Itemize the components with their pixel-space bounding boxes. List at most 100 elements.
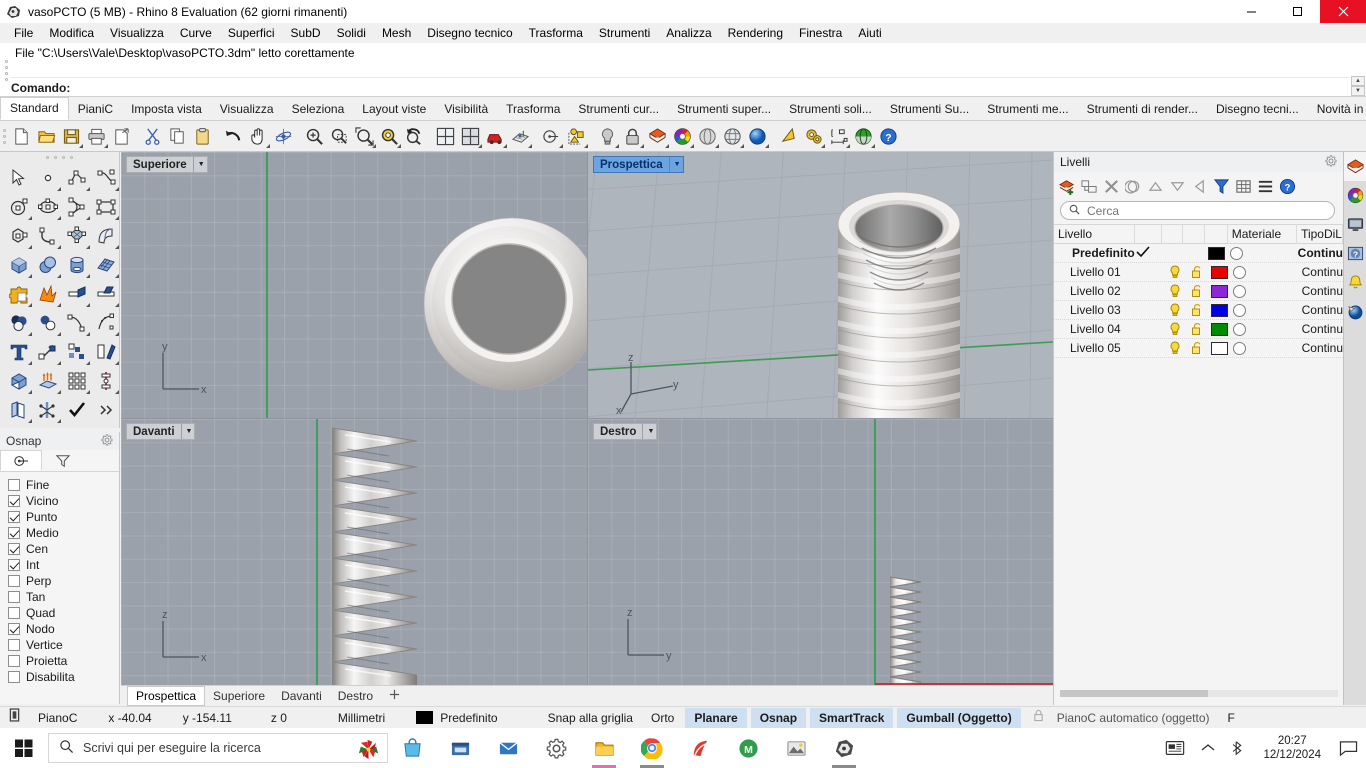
- layers-column-blank2[interactable]: [1162, 224, 1184, 244]
- osnap-option-int[interactable]: Int: [8, 557, 119, 573]
- layer-material[interactable]: [1231, 303, 1302, 317]
- menu-disegno-tecnico[interactable]: Disegno tecnico: [419, 23, 520, 43]
- windows-start-icon[interactable]: [0, 728, 48, 768]
- osnap-option-quad[interactable]: Quad: [8, 605, 119, 621]
- padlock-icon[interactable]: [1023, 708, 1048, 728]
- command-line[interactable]: Comando:: [11, 77, 1350, 97]
- text-t-icon[interactable]: [4, 337, 33, 366]
- osnap-option-tan[interactable]: Tan: [8, 589, 119, 605]
- layer-visibility-bulb-icon[interactable]: [1164, 265, 1186, 279]
- color-wheel-icon[interactable]: [1344, 181, 1366, 210]
- osnap-checkbox[interactable]: [8, 623, 20, 635]
- zoom-window-button[interactable]: [327, 124, 352, 149]
- menu-solidi[interactable]: Solidi: [329, 23, 374, 43]
- paste-button[interactable]: [190, 124, 215, 149]
- chevron-down-icon[interactable]: ▼: [642, 424, 654, 439]
- zoom-in-button[interactable]: [302, 124, 327, 149]
- command-scroll-down[interactable]: ▼: [1351, 86, 1365, 96]
- tbtab-standard[interactable]: Standard: [0, 97, 69, 120]
- tbtab-strumenti-curve[interactable]: Strumenti cur...: [569, 99, 668, 120]
- viewport-label-destro[interactable]: Destro ▼: [593, 423, 658, 440]
- viewport-superiore[interactable]: y x Superiore ▼: [121, 152, 587, 418]
- cplane-icon[interactable]: [0, 707, 29, 728]
- filter-funnel-icon[interactable]: [1211, 176, 1232, 197]
- viewport-prospettica[interactable]: z y x Prospettica ▼: [588, 152, 1053, 418]
- cylinder-icon[interactable]: [62, 250, 91, 279]
- layer-visibility-bulb-icon[interactable]: [1164, 303, 1186, 317]
- render-cone-button[interactable]: [776, 124, 801, 149]
- units-label[interactable]: Millimetri: [296, 708, 394, 728]
- cut-button[interactable]: [140, 124, 165, 149]
- gear-icon[interactable]: [1325, 154, 1337, 170]
- point-icon[interactable]: [33, 163, 62, 192]
- four-viewports-button[interactable]: [433, 124, 458, 149]
- new-layer-icon[interactable]: [1057, 176, 1078, 197]
- layer-color-swatch[interactable]: [1205, 246, 1228, 260]
- green-circle-m-icon[interactable]: M: [724, 728, 772, 768]
- layer-material[interactable]: [1231, 322, 1302, 336]
- layer-color-swatch[interactable]: [1207, 322, 1231, 336]
- analyze-surface-button[interactable]: [851, 124, 876, 149]
- named-views-button[interactable]: [483, 124, 508, 149]
- select-objects-button[interactable]: [564, 124, 589, 149]
- viewport-tab-destro[interactable]: Destro: [330, 687, 381, 705]
- tbtab-disegno-tecnico[interactable]: Disegno tecni...: [1207, 99, 1308, 120]
- table-row[interactable]: Livello 04 Continu: [1054, 320, 1343, 339]
- speech-bubble-icon[interactable]: [1331, 740, 1366, 757]
- monitor-icon[interactable]: [1344, 210, 1366, 239]
- copy-button[interactable]: [165, 124, 190, 149]
- polygon-icon[interactable]: [4, 221, 33, 250]
- add-viewport-tab-icon[interactable]: [381, 689, 408, 703]
- osnap-option-fine[interactable]: Fine: [8, 477, 119, 493]
- taskbar-search-box[interactable]: Scrivi qui per eseguire la ricerca: [48, 733, 388, 763]
- osnap-checkbox[interactable]: [8, 543, 20, 555]
- osnap-option-perp[interactable]: Perp: [8, 573, 119, 589]
- zoom-extents-button[interactable]: [352, 124, 377, 149]
- taskbar-clock[interactable]: 20:27 12/12/2024: [1253, 734, 1331, 762]
- explode-icon[interactable]: [33, 279, 62, 308]
- chevron-down-icon[interactable]: ▼: [180, 424, 192, 439]
- surface-sweep-icon[interactable]: [91, 221, 120, 250]
- layers-column-blank1[interactable]: [1135, 224, 1162, 244]
- dimensions-button[interactable]: [826, 124, 851, 149]
- rendered-view-button[interactable]: [745, 124, 770, 149]
- help-panel-icon[interactable]: ?: [1344, 239, 1366, 268]
- rhino-icon[interactable]: [820, 728, 868, 768]
- mesh-surface-icon[interactable]: [91, 250, 120, 279]
- ghosted-view-button[interactable]: [720, 124, 745, 149]
- shaded-view-button[interactable]: [695, 124, 720, 149]
- ellipse-icon[interactable]: [33, 192, 62, 221]
- toggle-planare[interactable]: Planare: [685, 707, 747, 728]
- extrude-up-icon[interactable]: [33, 366, 62, 395]
- osnap-target-icon[interactable]: [0, 450, 42, 471]
- osnap-checkbox[interactable]: [8, 495, 20, 507]
- checkmark-icon[interactable]: [62, 395, 91, 424]
- osnap-checkbox[interactable]: [8, 655, 20, 667]
- maximize-viewport-button[interactable]: [458, 124, 483, 149]
- select-arrow-icon[interactable]: [4, 163, 33, 192]
- gear-icon[interactable]: [532, 728, 580, 768]
- split-icon[interactable]: [91, 279, 120, 308]
- circle-icon[interactable]: [4, 192, 33, 221]
- menu-superfici[interactable]: Superfici: [220, 23, 283, 43]
- bell-icon[interactable]: [1344, 268, 1366, 297]
- osnap-checkbox[interactable]: [8, 575, 20, 587]
- layers-button[interactable]: [645, 124, 670, 149]
- viewport-label-davanti[interactable]: Davanti ▼: [126, 423, 196, 440]
- layer-lock-icon[interactable]: [1186, 341, 1208, 355]
- layers-column-tipodil[interactable]: TipoDiL: [1297, 224, 1343, 244]
- menu-analizza[interactable]: Analizza: [658, 23, 719, 43]
- layer-linetype[interactable]: Continu: [1302, 322, 1343, 336]
- table-row[interactable]: Livello 03 Continu: [1054, 301, 1343, 320]
- render-globe-icon[interactable]: [1344, 297, 1366, 326]
- osnap-option-proietta[interactable]: Proietta: [8, 653, 119, 669]
- toggle-orto[interactable]: Orto: [642, 711, 683, 725]
- object-color-button[interactable]: [670, 124, 695, 149]
- left-palette-grip[interactable]: [0, 152, 119, 163]
- viewport-label-prospettica[interactable]: Prospettica ▼: [593, 156, 684, 173]
- tbtab-strumenti-solidi[interactable]: Strumenti soli...: [780, 99, 881, 120]
- triangle-left-icon[interactable]: [1189, 176, 1210, 197]
- osnap-checkbox[interactable]: [8, 527, 20, 539]
- osnap-checkbox[interactable]: [8, 479, 20, 491]
- layer-linetype[interactable]: Continu: [1298, 246, 1343, 260]
